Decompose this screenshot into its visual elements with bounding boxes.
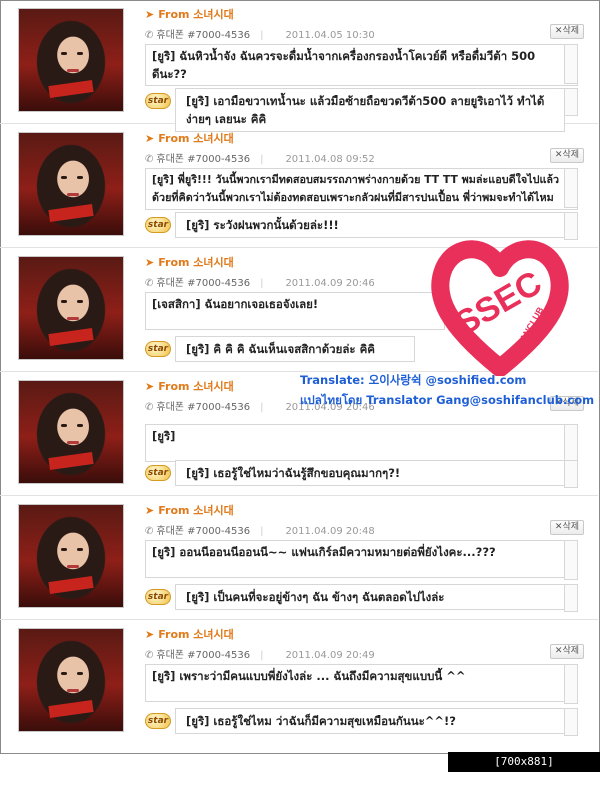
phone-icon: ✆ — [145, 278, 154, 289]
scrollbar[interactable] — [564, 664, 578, 704]
message-meta: ✆ 휴대폰 #7000-4536 | 2011.04.08 09:52 — [145, 154, 375, 165]
delete-button[interactable]: ✕삭제 — [549, 520, 584, 535]
phone-icon: ✆ — [145, 154, 154, 165]
phone-icon: ✆ — [145, 526, 154, 537]
star-icon: star — [145, 341, 171, 357]
message-post: ➤ From 소녀시대 ✆ 휴대폰 #7000-4536 | 2011.04.09 20… — [0, 620, 598, 743]
message-text: [ยูริ] ออนนีออนนีออนนี~~ แฟนเกิร์ลมีความ… — [145, 540, 578, 578]
sender-label: ➤ From 소녀시대 — [145, 8, 234, 21]
message-post: ➤ From 소녀시대 ✆ 휴대폰 #7000-4536 | 2011.04.09 20… — [0, 372, 598, 496]
avatar — [18, 504, 124, 608]
avatar — [18, 256, 124, 360]
ssec-logo: SSEC SOSHIFANCLUB — [431, 240, 569, 376]
sender-label: ➤ From 소녀시대 — [145, 628, 234, 641]
phone-icon: ✆ — [145, 30, 154, 41]
avatar — [18, 380, 124, 484]
scrollbar[interactable] — [564, 88, 578, 116]
scrollbar[interactable] — [564, 540, 578, 580]
star-icon: star — [145, 589, 171, 605]
avatar — [18, 628, 124, 732]
phone-icon: ✆ — [145, 402, 154, 413]
credit-line-2: แปลไทยโดย Translator Gang@soshifanclub.c… — [300, 393, 595, 407]
star-icon: star — [145, 465, 171, 481]
message-text: [ยูริ] ฉันหิวน้ำจัง ฉันควรจะดื่มน้ำจากเค… — [145, 44, 578, 86]
reply-text: [ยูริ] คิ คิ คิ ฉันเห็นเจสสิกาด้วยล่ะ คิ… — [175, 336, 415, 362]
scrollbar[interactable] — [564, 460, 578, 488]
message-text: [ยูริ] พี่ยูริ!!! วันนี้พวกเรามีทดสอบสมร… — [145, 168, 578, 210]
scrollbar[interactable] — [564, 708, 578, 736]
message-post: ➤ From 소녀시대 ✆ 휴대폰 #7000-4536 | 2011.04.09 20… — [0, 496, 598, 620]
scrollbar[interactable] — [564, 584, 578, 612]
credit-line-1: Translate: 오이사랑쉭 @soshified.com — [300, 373, 527, 387]
watermark: [700x881] https://upic.me/ — [448, 752, 600, 788]
reply-text: [ยูริ] เธอรู้ใช่ไหม ว่าฉันก็มีความสุขเหม… — [175, 708, 565, 734]
sender-label: ➤ From 소녀시대 — [145, 132, 234, 145]
delete-button[interactable]: ✕삭제 — [549, 644, 584, 659]
message-meta: ✆ 휴대폰 #7000-4536 | 2011.04.09 20:46 — [145, 278, 375, 289]
message-meta: ✆ 휴대폰 #7000-4536 | 2011.04.09 20:49 — [145, 650, 375, 661]
message-text: [ยูริ] เพราะว่ามีคนแบบพี่ยังไงล่ะ ... ฉั… — [145, 664, 578, 702]
avatar — [18, 132, 124, 236]
star-icon: star — [145, 217, 171, 233]
sender-label: ➤ From 소녀시대 — [145, 380, 234, 393]
reply-text: [ยูริ] เป็นคนที่จะอยู่ข้างๆ ฉัน ข้างๆ ฉั… — [175, 584, 565, 610]
delete-button[interactable]: ✕삭제 — [549, 24, 584, 39]
star-icon: star — [145, 713, 171, 729]
sender-label: ➤ From 소녀시대 — [145, 256, 234, 269]
message-post: ➤ From 소녀시대 ✆ 휴대폰 #7000-4536 | 2011.04.05 10… — [0, 0, 598, 132]
reply-text: [ยูริ] ระวังฝนพวกนั้นด้วยล่ะ!!! — [175, 212, 565, 238]
delete-button[interactable]: ✕삭제 — [549, 148, 584, 163]
scrollbar[interactable] — [564, 168, 578, 208]
star-icon: star — [145, 93, 171, 109]
message-meta: ✆ 휴대폰 #7000-4536 | 2011.04.05 10:30 — [145, 30, 375, 41]
sender-label: ➤ From 소녀시대 — [145, 504, 234, 517]
phone-icon: ✆ — [145, 650, 154, 661]
avatar — [18, 8, 124, 112]
reply-text: [ยูริ] เธอรู้ใช่ไหมว่าฉันรู้สึกขอบคุณมาก… — [175, 460, 565, 486]
scrollbar[interactable] — [564, 44, 578, 84]
message-text: [ยูริ] — [145, 424, 578, 462]
message-text: [เจสสิกา] ฉันอยากเจอเธอจังเลย! — [145, 292, 445, 330]
message-post: ➤ From 소녀시대 ✆ 휴대폰 #7000-4536 | 2011.04.08 09… — [0, 124, 598, 248]
scrollbar[interactable] — [564, 424, 578, 464]
message-meta: ✆ 휴대폰 #7000-4536 | 2011.04.09 20:48 — [145, 526, 375, 537]
